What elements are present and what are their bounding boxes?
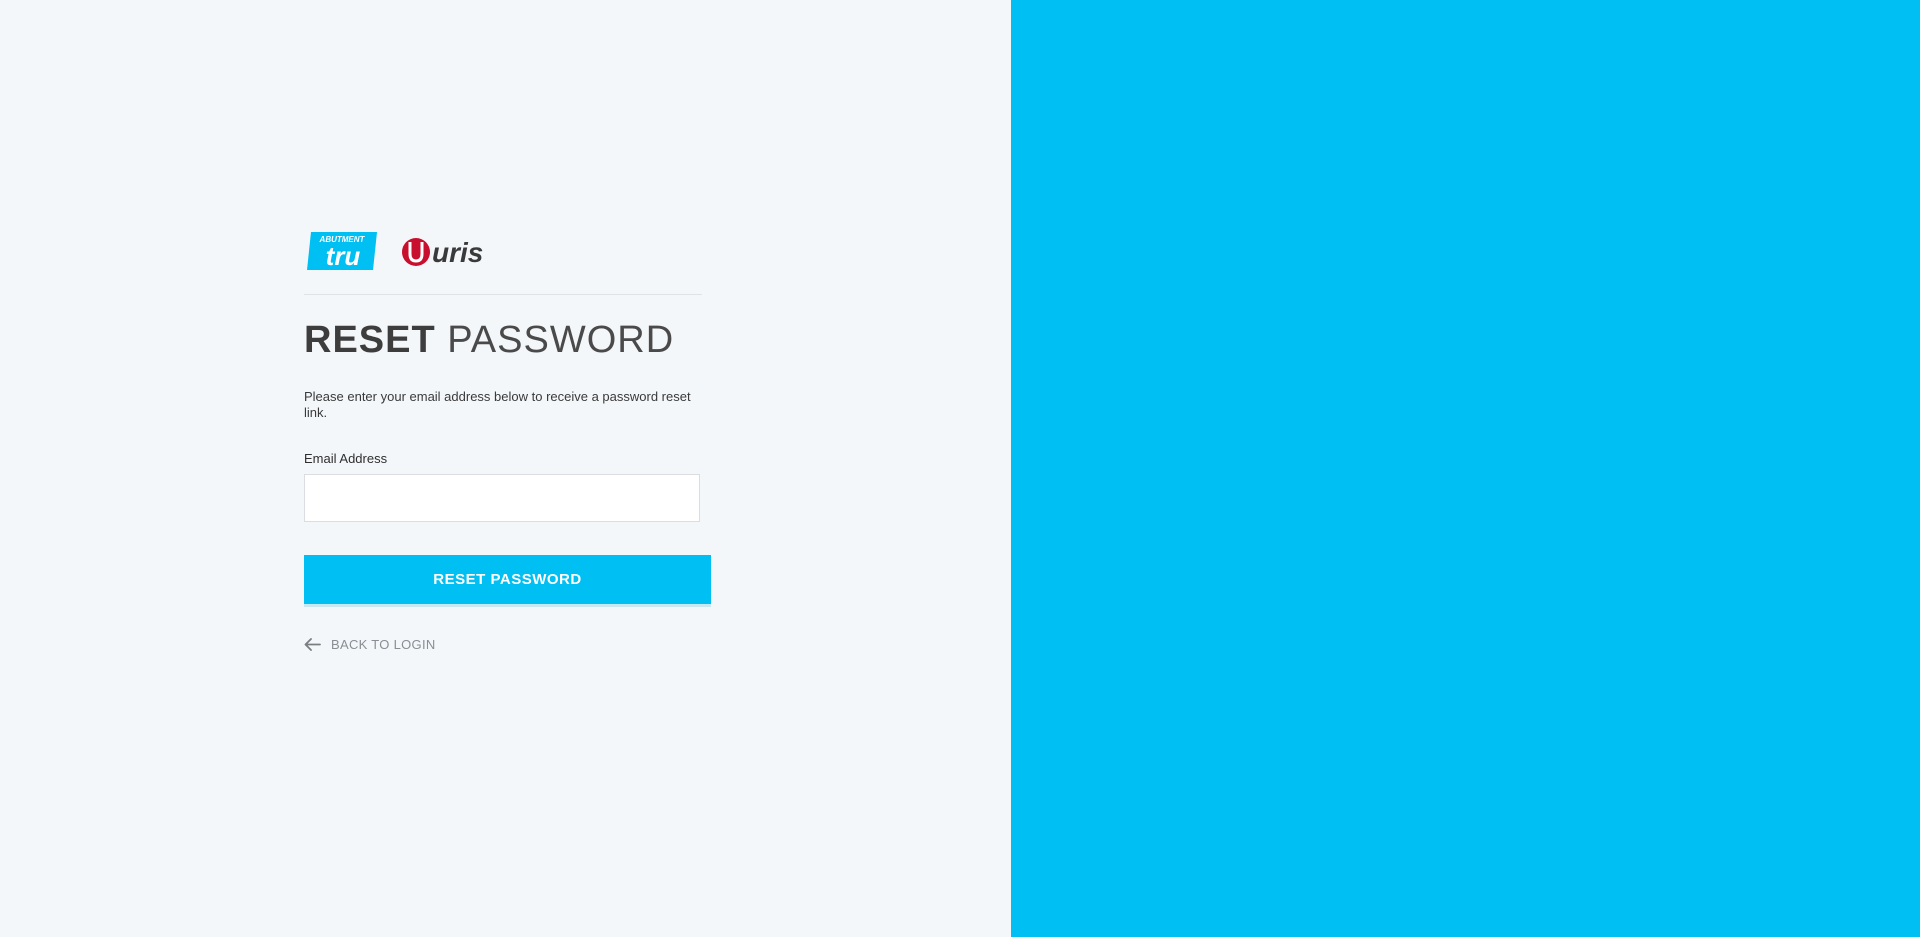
svg-text:uris: uris — [432, 237, 483, 268]
title-light: PASSWORD — [447, 319, 675, 361]
email-label: Email Address — [304, 451, 388, 466]
left-panel: ABUTMENT tru uris RESET PASSWORD Please … — [0, 0, 1011, 937]
right-panel — [1011, 0, 1920, 937]
back-to-login-link[interactable]: BACK TO LOGIN — [304, 637, 436, 652]
page: ABUTMENT tru uris RESET PASSWORD Please … — [0, 0, 1920, 937]
email-input[interactable] — [304, 474, 700, 522]
abutment-tru-logo: ABUTMENT tru — [307, 232, 377, 270]
logo-row: ABUTMENT tru uris — [304, 230, 702, 272]
uris-logo: uris — [402, 237, 483, 268]
logo-divider — [304, 294, 702, 295]
arrow-left-icon — [304, 638, 321, 651]
svg-text:tru: tru — [326, 241, 361, 270]
page-title: RESET PASSWORD — [304, 321, 702, 359]
instructions-text: Please enter your email address below to… — [304, 389, 691, 420]
title-bold: RESET — [304, 319, 436, 361]
reset-password-button[interactable]: RESET PASSWORD — [304, 555, 711, 607]
reset-password-form: ABUTMENT tru uris RESET PASSWORD Please … — [304, 230, 711, 652]
back-to-login-label: BACK TO LOGIN — [331, 637, 436, 652]
